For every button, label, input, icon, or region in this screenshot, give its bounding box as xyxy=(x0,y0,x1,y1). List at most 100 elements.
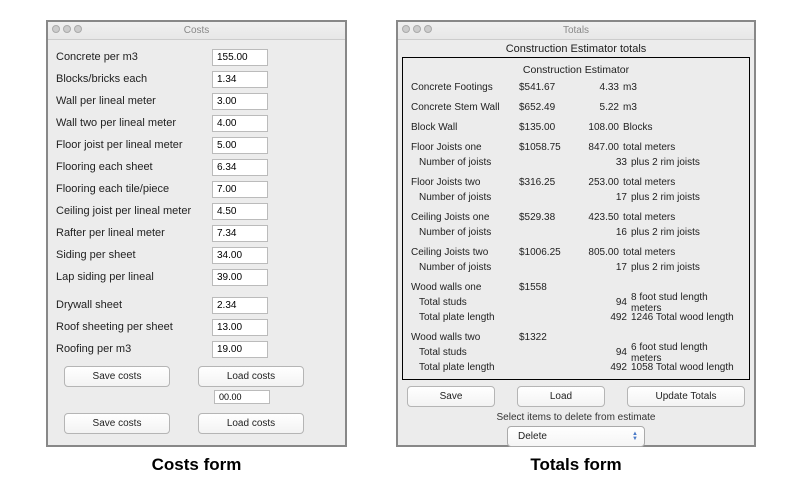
report-row: Floor Joists one$1058.75847.00total mete… xyxy=(411,140,741,155)
report-cell: Number of joists xyxy=(411,157,527,168)
delete-caption: Select items to delete from estimate xyxy=(398,412,754,423)
report-cell: 423.50 xyxy=(575,212,623,223)
report-cell: Concrete Footings xyxy=(411,82,519,93)
report-cell: 805.00 xyxy=(575,247,623,258)
cost-row: Wall per lineal meter xyxy=(56,90,337,112)
report-cell: Number of joists xyxy=(411,192,527,203)
cost-input[interactable] xyxy=(212,181,268,198)
cost-input[interactable] xyxy=(212,115,268,132)
report-row: Number of joists 17plus 2 rim joists xyxy=(411,260,741,275)
window-controls[interactable] xyxy=(52,25,82,33)
report-cell: total meters xyxy=(623,247,741,258)
cost-input[interactable] xyxy=(212,319,268,336)
report-cell: plus 2 rim joists xyxy=(631,227,741,238)
report-cell: total meters xyxy=(623,177,741,188)
report-cell: 33 xyxy=(583,157,631,168)
cost-input[interactable] xyxy=(212,71,268,88)
report-cell: $652.49 xyxy=(519,102,575,113)
report-row: Concrete Stem Wall$652.495.22m3 xyxy=(411,100,741,115)
cost-input[interactable] xyxy=(212,203,268,220)
cost-input[interactable] xyxy=(212,93,268,110)
cost-input[interactable] xyxy=(212,225,268,242)
cost-row: Lap siding per lineal xyxy=(56,266,337,288)
report-cell: $529.38 xyxy=(519,212,575,223)
cost-label: Wall two per lineal meter xyxy=(56,117,206,129)
costs-window: Costs Concrete per m3Blocks/bricks eachW… xyxy=(46,20,347,447)
minimize-icon[interactable] xyxy=(413,25,421,33)
close-icon[interactable] xyxy=(52,25,60,33)
report-row: Number of joists 33plus 2 rim joists xyxy=(411,155,741,170)
cost-label: Drywall sheet xyxy=(56,299,206,311)
report-cell: $1006.25 xyxy=(519,247,575,258)
cost-row: Roofing per m3 xyxy=(56,338,337,360)
report-cell: m3 xyxy=(623,102,741,113)
cost-input[interactable] xyxy=(212,269,268,286)
load-costs-button[interactable]: Load costs xyxy=(198,366,304,387)
cost-input[interactable] xyxy=(212,159,268,176)
report-cell: Total plate length xyxy=(411,362,527,373)
report-cell: 492 xyxy=(583,312,631,323)
totals-window: Totals Construction Estimator totals Con… xyxy=(396,20,756,447)
cost-input[interactable] xyxy=(212,297,268,314)
left-caption: Costs form xyxy=(46,455,347,475)
zoom-icon[interactable] xyxy=(74,25,82,33)
save-button[interactable]: Save xyxy=(407,386,495,407)
cost-label: Floor joist per lineal meter xyxy=(56,139,206,151)
zoom-icon[interactable] xyxy=(424,25,432,33)
report-row: Total studs948 foot stud length meters xyxy=(411,295,741,310)
cost-row: Concrete per m3 xyxy=(56,46,337,68)
report-cell: 1246 Total wood length xyxy=(631,312,741,323)
cost-row: Ceiling joist per lineal meter xyxy=(56,200,337,222)
report-cell: 847.00 xyxy=(575,142,623,153)
costs-body: Concrete per m3 Blocks/bricks eachWall pe… xyxy=(48,40,345,438)
right-caption: Totals form xyxy=(396,455,756,475)
report-cell: Number of joists xyxy=(411,262,527,273)
cost-label: Siding per sheet xyxy=(56,249,206,261)
cost-input[interactable] xyxy=(212,341,268,358)
report-cell: plus 2 rim joists xyxy=(631,157,741,168)
cost-label: Flooring each sheet xyxy=(56,161,206,173)
report-title: Construction Estimator xyxy=(411,64,741,76)
load-costs-button-2[interactable]: Load costs xyxy=(198,413,304,434)
minimize-icon[interactable] xyxy=(63,25,71,33)
stray-input[interactable] xyxy=(214,390,270,404)
report-cell: Wood walls two xyxy=(411,332,519,343)
report-row: Number of joists17plus 2 rim joists xyxy=(411,190,741,205)
load-button[interactable]: Load xyxy=(517,386,605,407)
report-cell: Total studs xyxy=(411,347,527,358)
cost-input[interactable] xyxy=(212,137,268,154)
report-cell: Number of joists xyxy=(411,227,527,238)
window-controls[interactable] xyxy=(402,25,432,33)
report-cell: 94 xyxy=(583,347,631,358)
report-cell: Total plate length xyxy=(411,312,527,323)
report-row: Number of joists 16plus 2 rim joists xyxy=(411,225,741,240)
cost-row: Roof sheeting per sheet xyxy=(56,316,337,338)
cost-label: Rafter per lineal meter xyxy=(56,227,206,239)
report-cell: Ceiling Joists one xyxy=(411,212,519,223)
cost-label: Lap siding per lineal xyxy=(56,271,206,283)
cost-label: Concrete per m3 xyxy=(56,51,206,63)
report-cell: 16 xyxy=(583,227,631,238)
delete-select[interactable]: Delete ▲▼ xyxy=(507,426,645,447)
close-icon[interactable] xyxy=(402,25,410,33)
report-cell: plus 2 rim joists xyxy=(631,262,741,273)
cost-input[interactable] xyxy=(212,49,268,66)
cost-row: Rafter per lineal meter xyxy=(56,222,337,244)
report-cell: 17 xyxy=(583,262,631,273)
report-cell: 6 foot stud length meters xyxy=(631,342,741,364)
save-costs-button[interactable]: Save costs xyxy=(64,366,170,387)
report-cell: 108.00 xyxy=(575,122,623,133)
report-cell: 1058 Total wood length xyxy=(631,362,741,373)
report-cell: 17 xyxy=(583,192,631,203)
report-row: Total plate length4921058 Total wood len… xyxy=(411,360,741,375)
save-costs-button-2[interactable]: Save costs xyxy=(64,413,170,434)
cost-input[interactable] xyxy=(212,247,268,264)
report-cell: 253.00 xyxy=(575,177,623,188)
report-cell: Floor Joists two xyxy=(411,177,519,188)
report-cell: 8 foot stud length meters xyxy=(631,292,741,314)
totals-titlebar: Totals xyxy=(398,22,754,40)
report-row: Ceiling Joists two$1006.25805.00total me… xyxy=(411,245,741,260)
report-cell: $135.00 xyxy=(519,122,575,133)
cost-row: Blocks/bricks each xyxy=(56,68,337,90)
update-totals-button[interactable]: Update Totals xyxy=(627,386,745,407)
